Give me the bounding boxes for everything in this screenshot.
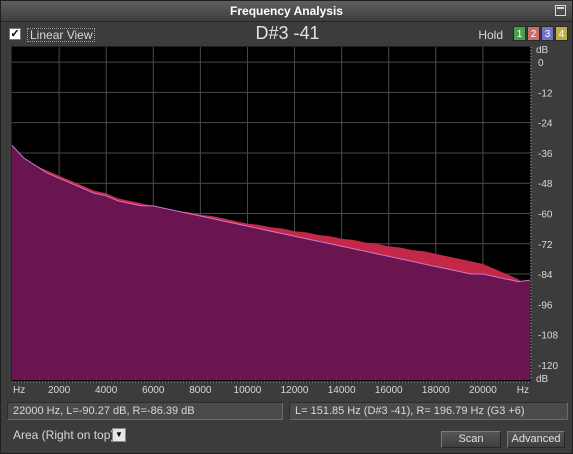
frequency-analysis-window: Frequency Analysis ✓ Linear View D#3 -41… — [0, 0, 573, 454]
bottom-controls: Area (Right on top) ▼ Scan Advanced — [7, 426, 568, 450]
y-tick-label: -120 — [538, 361, 558, 372]
x-tick-label: 4000 — [95, 385, 118, 396]
peak-readout: L= 151.85 Hz (D#3 -41), R= 196.79 Hz (G3… — [289, 402, 568, 420]
x-tick-label: 18000 — [422, 385, 450, 396]
status-bar: 22000 Hz, L=-90.27 dB, R=-86.39 dB L= 15… — [7, 402, 568, 422]
scan-button[interactable]: Scan — [441, 431, 501, 448]
advanced-button[interactable]: Advanced — [507, 431, 565, 448]
x-unit-label-right: Hz — [517, 385, 529, 396]
x-tick-label: 8000 — [189, 385, 212, 396]
view-mode-value: Area (Right on top) — [13, 428, 115, 442]
cursor-readout: 22000 Hz, L=-90.27 dB, R=-86.39 dB — [7, 402, 283, 420]
y-tick-label: -48 — [538, 179, 553, 190]
y-tick-label: -60 — [538, 210, 553, 221]
window-title: Frequency Analysis — [230, 4, 343, 18]
hold-button-3[interactable]: 3 — [541, 26, 554, 41]
spectrum-chart: 0 -12 -24 -36 -48 -60 -72 -84 -96 -108 -120 dB dB 200… — [11, 46, 558, 396]
y-tick-label: -36 — [538, 149, 553, 160]
y-unit-label-top: dB — [536, 46, 549, 56]
restore-icon[interactable] — [555, 5, 566, 16]
y-tick-label: 0 — [538, 58, 544, 69]
x-tick-label: 14000 — [328, 385, 356, 396]
hold-button-2[interactable]: 2 — [527, 26, 540, 41]
hold-button-1[interactable]: 1 — [513, 26, 526, 41]
x-tick-label: 6000 — [142, 385, 165, 396]
view-mode-select[interactable]: Area (Right on top) ▼ — [9, 427, 127, 445]
x-tick-label: 2000 — [48, 385, 71, 396]
y-unit-label-bottom: dB — [536, 374, 549, 385]
y-tick-label: -108 — [538, 331, 558, 342]
x-tick-label: 16000 — [375, 385, 403, 396]
chevron-down-icon[interactable]: ▼ — [112, 428, 126, 442]
y-tick-label: -96 — [538, 300, 553, 311]
x-tick-label: 10000 — [234, 385, 262, 396]
x-tick-label: 20000 — [469, 385, 497, 396]
y-tick-label: -24 — [538, 119, 553, 130]
y-tick-label: -72 — [538, 240, 553, 251]
hold-label: Hold — [478, 28, 503, 42]
hold-button-4[interactable]: 4 — [555, 26, 568, 41]
x-unit-label-left: Hz — [13, 385, 25, 396]
x-tick-label: 12000 — [281, 385, 309, 396]
analysis-toolbar: ✓ Linear View D#3 -41 Hold 1 2 3 4 — [7, 23, 568, 45]
title-bar[interactable]: Frequency Analysis — [1, 1, 572, 22]
y-tick-label: -84 — [538, 270, 553, 281]
y-tick-label: -12 — [538, 88, 553, 99]
